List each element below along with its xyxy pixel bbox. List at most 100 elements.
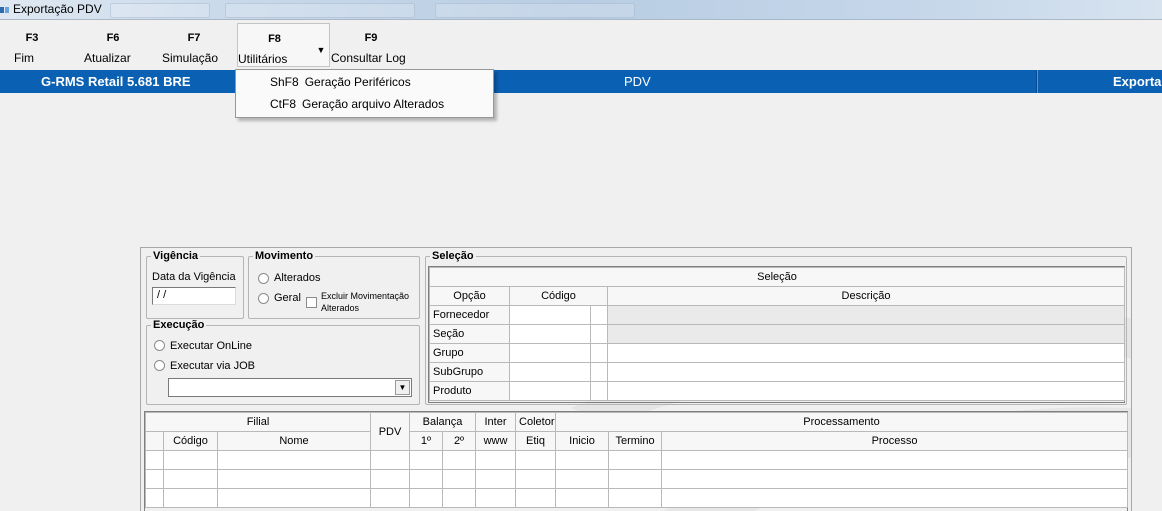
atualizar-label: Atualizar	[84, 51, 131, 65]
row-label-subgrupo: SubGrupo	[429, 362, 510, 382]
menu-item-key: CtF8	[270, 97, 297, 111]
chevron-down-icon[interactable]: ▼	[314, 41, 328, 59]
utilitarios-label: Utilitários	[238, 52, 288, 66]
col-filial-codigo: Código	[163, 431, 218, 451]
row-label-fornecedor: Fornecedor	[429, 305, 510, 325]
col-row-selector	[145, 431, 164, 451]
table-row: Grupo	[429, 343, 1126, 363]
excluir-label-line2: Alterados	[321, 303, 360, 313]
col-termino: Termino	[608, 431, 663, 451]
col-coletor: Coletor	[515, 412, 557, 432]
window-title: Exportação PDV	[13, 2, 102, 16]
col-filial: Filial	[145, 412, 371, 432]
atualizar-key: F6	[106, 32, 120, 44]
secao-descricao-cell	[606, 324, 1126, 344]
vigencia-date-field[interactable]: / /	[152, 287, 236, 305]
table-row: Seção	[429, 324, 1126, 344]
col-coletor-etiq: Etiq	[515, 431, 557, 451]
executar-online-radio[interactable]	[154, 340, 165, 351]
fornecedor-descricao-cell	[606, 305, 1126, 325]
chevron-down-icon[interactable]: ▼	[395, 380, 410, 395]
export-form-panel: Vigência Data da Vigência / / Movimento …	[140, 247, 1132, 511]
selecao-title: Seleção	[432, 250, 474, 262]
executar-job-label: Executar via JOB	[170, 360, 255, 372]
row-label-secao: Seção	[429, 324, 510, 344]
secao-codigo-cell[interactable]	[509, 324, 591, 344]
grupo-lookup-cell[interactable]	[590, 343, 608, 363]
secao-lookup-cell[interactable]	[590, 324, 608, 344]
col-balanca: Balança	[408, 412, 477, 432]
menu-item-geracao-perifericos[interactable]: ShF8 Geração Periféricos	[270, 75, 411, 89]
atualizar-button[interactable]: F6 Atualizar	[84, 23, 142, 67]
alterados-radio[interactable]	[258, 273, 269, 284]
col-opcao: Opção	[429, 286, 510, 306]
banner-divider	[1036, 70, 1038, 93]
col-inter: Inter	[475, 412, 517, 432]
col-pdv: PDV	[370, 412, 410, 451]
executar-online-label: Executar OnLine	[170, 340, 252, 352]
grupo-descricao-cell	[606, 343, 1126, 363]
background-tab	[435, 3, 635, 18]
col-filial-nome: Nome	[217, 431, 371, 451]
table-row[interactable]	[145, 488, 1129, 508]
col-inicio: Inicio	[555, 431, 610, 451]
fornecedor-lookup-cell[interactable]	[590, 305, 608, 325]
vigencia-title: Vigência	[153, 250, 199, 262]
consultar-log-button[interactable]: F9 Consultar Log	[331, 23, 411, 67]
col-balanca-2: 2º	[441, 431, 477, 451]
header-banner: G-RMS Retail 5.681 BRE PDV Exporta	[0, 70, 1162, 93]
col-processamento: Processamento	[555, 412, 1129, 432]
utilitarios-menu: ShF8 Geração Periféricos CtF8 Geração arqu…	[235, 69, 494, 118]
subgrupo-lookup-cell[interactable]	[590, 362, 608, 382]
selecao-table: Seleção Opção Código Descrição Fornecedo…	[428, 267, 1126, 401]
table-row[interactable]	[145, 450, 1129, 470]
col-descricao: Descrição	[606, 286, 1126, 306]
excluir-label-line1: Excluir Movimentação	[321, 291, 410, 301]
simulacao-label: Simulação	[162, 51, 219, 65]
vigencia-date-label: Data da Vigência	[152, 271, 236, 283]
job-select[interactable]: ▼	[168, 378, 412, 397]
menu-item-label: Geração arquivo Alterados	[302, 97, 445, 111]
simulacao-button[interactable]: F7 Simulação	[162, 23, 226, 67]
screen-name: Exporta	[1113, 74, 1162, 89]
app-icon	[0, 7, 9, 13]
subgrupo-descricao-cell	[606, 362, 1126, 382]
produto-lookup-cell[interactable]	[590, 381, 608, 401]
simulacao-key: F7	[187, 32, 201, 44]
produto-descricao-cell	[606, 381, 1126, 401]
title-bar: Exportação PDV	[0, 0, 1162, 20]
movimento-title: Movimento	[255, 250, 314, 262]
table-row[interactable]	[145, 469, 1129, 489]
background-tab	[110, 3, 210, 18]
fim-key: F3	[25, 32, 39, 44]
menu-item-geracao-alterados[interactable]: CtF8 Geração arquivo Alterados	[270, 97, 444, 111]
produto-codigo-cell[interactable]	[509, 381, 591, 401]
col-codigo: Código	[509, 286, 608, 306]
fornecedor-codigo-cell[interactable]	[509, 305, 591, 325]
fim-label: Fim	[14, 51, 34, 65]
subgrupo-codigo-cell[interactable]	[509, 362, 591, 382]
excluir-movimentacao-checkbox[interactable]	[306, 297, 317, 308]
geral-label: Geral	[274, 292, 301, 304]
selecao-table-title: Seleção	[428, 267, 1126, 287]
col-processo: Processo	[661, 431, 1129, 451]
system-name: G-RMS Retail 5.681 BRE	[41, 74, 191, 89]
row-label-produto: Produto	[429, 381, 510, 401]
utilitarios-key: F8	[268, 33, 281, 45]
toolbar: F3 Fim F6 Atualizar F7 Simulação F8 Util…	[0, 21, 1162, 70]
consultar-log-label: Consultar Log	[331, 51, 406, 65]
grupo-codigo-cell[interactable]	[509, 343, 591, 363]
geral-radio[interactable]	[258, 293, 269, 304]
executar-job-radio[interactable]	[154, 360, 165, 371]
menu-item-label: Geração Periféricos	[304, 75, 411, 89]
fim-button[interactable]: F3 Fim	[14, 23, 50, 67]
table-row: Produto	[429, 381, 1126, 401]
table-row: Fornecedor	[429, 305, 1126, 325]
col-inter-www: www	[475, 431, 517, 451]
consultar-log-key: F9	[364, 32, 378, 44]
menu-item-key: ShF8	[270, 75, 299, 89]
col-balanca-1: 1º	[409, 431, 443, 451]
execucao-title: Execução	[153, 319, 205, 331]
vigencia-group: Vigência	[146, 250, 244, 319]
row-label-grupo: Grupo	[429, 343, 510, 363]
